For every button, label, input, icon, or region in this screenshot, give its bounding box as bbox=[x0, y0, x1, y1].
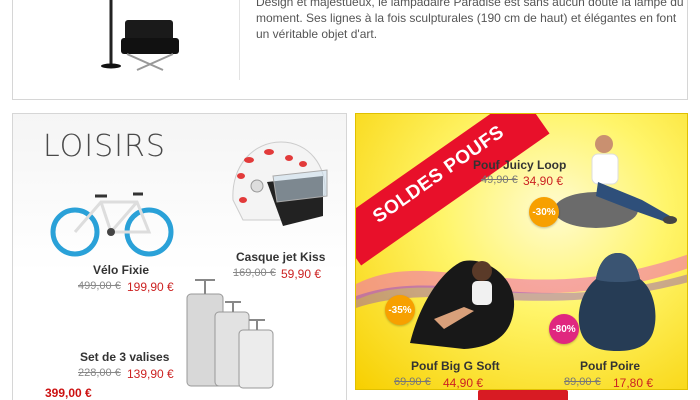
discount-badge-poire: -80% bbox=[549, 314, 579, 344]
product-description: Design et majestueux, le lampadaire Para… bbox=[256, 0, 684, 41]
product-name-juicy-loop[interactable]: Pouf Juicy Loop bbox=[473, 158, 566, 172]
product-name-valises[interactable]: Set de 3 valises bbox=[80, 350, 169, 364]
suitcases-image[interactable] bbox=[181, 274, 281, 394]
new-price-poire: 17,80 € bbox=[613, 376, 654, 390]
old-price-valises: 228,00 € bbox=[78, 367, 121, 379]
loisirs-panel: LOISIRS Vélo Fixie 499,00 € 199,90 € Cas… bbox=[12, 113, 347, 400]
old-price-velo: 499,00 € bbox=[78, 280, 121, 292]
discount-badge-big-g-soft: -35% bbox=[385, 295, 415, 325]
old-price-big-g-soft: 69,90 € bbox=[394, 376, 431, 388]
featured-product-card[interactable]: Design et majestueux, le lampadaire Para… bbox=[12, 0, 688, 100]
new-price-casque: 59,90 € bbox=[281, 267, 322, 281]
bike-image[interactable] bbox=[49, 182, 177, 262]
new-price-velo: 199,90 € bbox=[127, 280, 174, 294]
helmet-image[interactable] bbox=[223, 136, 331, 236]
old-price-poire: 89,00 € bbox=[564, 376, 601, 388]
product-name-casque[interactable]: Casque jet Kiss bbox=[236, 250, 325, 264]
panel-title: LOISIRS bbox=[43, 129, 166, 164]
bottom-product-image[interactable] bbox=[478, 390, 568, 400]
product-name-big-g-soft[interactable]: Pouf Big G Soft bbox=[411, 359, 500, 373]
bottom-product-price: 399,00 € bbox=[45, 386, 92, 400]
new-price-big-g-soft: 44,90 € bbox=[443, 376, 484, 390]
divider bbox=[239, 0, 240, 80]
discount-badge-juicy-loop: -30% bbox=[529, 197, 559, 227]
old-price-juicy-loop: 49,90 € bbox=[481, 174, 518, 186]
soldes-poufs-panel: SOLDES POUFS Pouf Juicy Loop 49,90 € 34,… bbox=[355, 113, 688, 390]
pouf-big-g-soft-image[interactable] bbox=[404, 247, 524, 355]
new-price-valises: 139,90 € bbox=[127, 367, 174, 381]
lamp-and-armchair-image[interactable] bbox=[33, 0, 223, 86]
new-price-juicy-loop: 34,90 € bbox=[523, 174, 564, 188]
product-name-poire[interactable]: Pouf Poire bbox=[580, 359, 640, 373]
product-name-velo[interactable]: Vélo Fixie bbox=[93, 263, 149, 277]
pouf-juicy-loop-image[interactable] bbox=[552, 130, 687, 236]
pouf-poire-image[interactable] bbox=[574, 249, 660, 353]
